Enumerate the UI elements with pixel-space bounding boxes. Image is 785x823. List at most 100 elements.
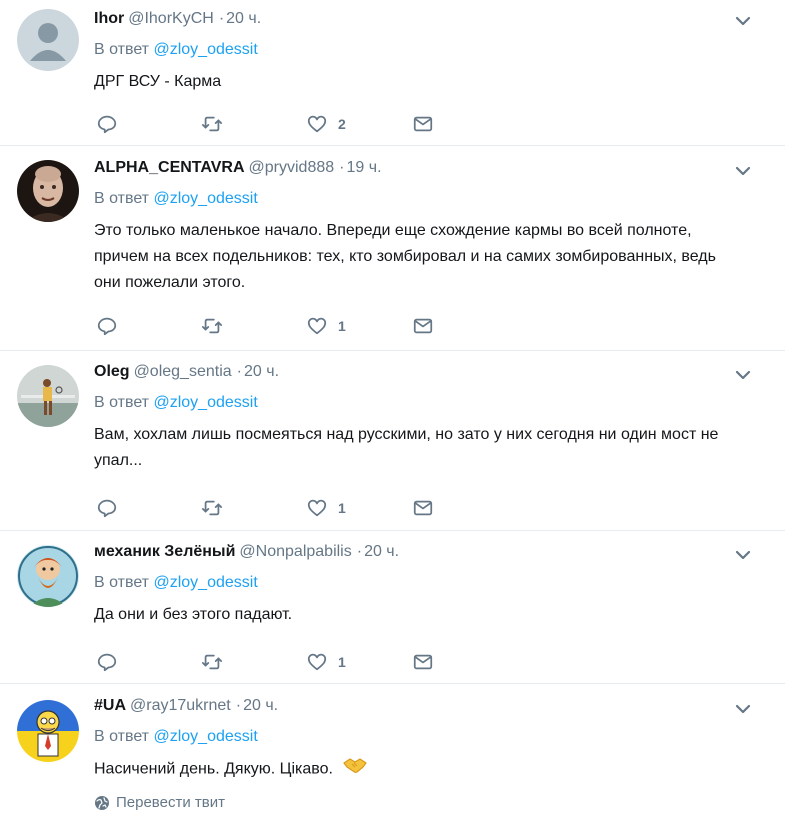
reply-mention-link[interactable]: @zloy_odessit (153, 41, 257, 58)
tweet[interactable]: Ihor @IhorKyCH · 20 ч. В ответ @zloy_odessi… (0, 0, 785, 146)
avatar[interactable] (17, 545, 79, 607)
heart-icon (307, 653, 327, 671)
reply-icon (97, 653, 117, 672)
reply-mention-link[interactable]: @zloy_odessit (153, 728, 257, 745)
separator-dot: · (235, 697, 242, 714)
direct-message-button[interactable] (412, 651, 434, 673)
retweet-icon (201, 116, 223, 132)
direct-message-button[interactable] (412, 315, 434, 337)
reply-mention-link[interactable]: @zloy_odessit (153, 394, 257, 411)
retweet-button[interactable] (201, 651, 223, 673)
like-button[interactable]: 1 (306, 315, 346, 337)
heart-icon (307, 115, 327, 133)
avatar[interactable] (17, 700, 79, 762)
envelope-icon (413, 500, 433, 516)
reply-button[interactable] (96, 497, 118, 519)
reply-prefix: В ответ (94, 41, 150, 58)
timestamp[interactable]: 20 ч. (226, 10, 261, 27)
username[interactable]: @IhorKyCH (128, 10, 214, 27)
retweet-icon (201, 500, 223, 516)
timestamp[interactable]: 19 ч. (346, 159, 381, 176)
reply-button[interactable] (96, 651, 118, 673)
retweet-button[interactable] (201, 315, 223, 337)
chevron-down-icon[interactable] (735, 549, 751, 561)
fullname[interactable]: Ihor (94, 10, 124, 27)
tweet[interactable]: Oleg @oleg_sentia · 20 ч. В ответ @zloy_ode… (0, 351, 785, 531)
reply-context: В ответ @zloy_odessit (94, 392, 258, 414)
reply-prefix: В ответ (94, 394, 150, 411)
separator-dot: · (218, 10, 225, 27)
tweet-text: Насичений день. Дякую. Цікаво. (94, 756, 734, 783)
username[interactable]: @pryvid888 (249, 159, 335, 176)
username[interactable]: @ray17ukrnet (130, 697, 231, 714)
tweet[interactable]: ALPHA_CENTAVRA @pryvid888 · 19 ч. В ответ @… (0, 146, 785, 351)
envelope-icon (413, 116, 433, 132)
retweet-button[interactable] (201, 497, 223, 519)
fullname[interactable]: механик Зелёный (94, 543, 235, 560)
tweet-text: Это только маленькое начало. Впереди еще… (94, 222, 716, 291)
like-count: 2 (338, 116, 346, 132)
reply-icon (97, 317, 117, 336)
tweet-header: Oleg @oleg_sentia · 20 ч. (94, 361, 279, 383)
like-button[interactable]: 1 (306, 497, 346, 519)
username[interactable]: @oleg_sentia (134, 363, 232, 380)
retweet-icon (201, 318, 223, 334)
reply-context: В ответ @zloy_odessit (94, 39, 258, 61)
tweet-header: механик Зелёный @Nonpalpabilis · 20 ч. (94, 541, 399, 563)
reply-prefix: В ответ (94, 728, 150, 745)
tweet-actions: 2 (96, 113, 546, 135)
chevron-down-icon[interactable] (735, 165, 751, 177)
tweet[interactable]: #UA @ray17ukrnet · 20 ч. В ответ @zloy_odes… (0, 684, 785, 823)
reply-prefix: В ответ (94, 190, 150, 207)
reply-mention-link[interactable]: @zloy_odessit (153, 574, 257, 591)
reply-button[interactable] (96, 113, 118, 135)
username[interactable]: @Nonpalpabilis (239, 543, 351, 560)
envelope-icon (413, 654, 433, 670)
translate-tweet-link[interactable]: Перевести твит (94, 794, 225, 811)
like-count: 1 (338, 654, 346, 670)
separator-dot: · (236, 363, 242, 380)
tweet[interactable]: механик Зелёный @Nonpalpabilis · 20 ч. В от… (0, 531, 785, 684)
separator-dot: · (339, 159, 345, 176)
translate-label: Перевести твит (116, 794, 225, 811)
heart-icon (307, 499, 327, 517)
like-button[interactable]: 1 (306, 651, 346, 673)
tweet-actions: 1 (96, 497, 546, 519)
reply-icon (97, 499, 117, 518)
tweet-text: ДРГ ВСУ - Карма (94, 73, 222, 90)
fullname[interactable]: Oleg (94, 363, 130, 380)
tweet-text: Да они и без этого падают. (94, 606, 293, 623)
tweet-header: ALPHA_CENTAVRA @pryvid888 · 19 ч. (94, 157, 382, 179)
like-count: 1 (338, 318, 346, 334)
direct-message-button[interactable] (412, 113, 434, 135)
tweet-actions: 1 (96, 651, 546, 673)
tweet-text: Вам, хохлам лишь посмеяться над русскими… (94, 426, 719, 469)
fullname[interactable]: ALPHA_CENTAVRA (94, 159, 245, 176)
like-button[interactable]: 2 (306, 113, 346, 135)
avatar[interactable] (17, 9, 79, 71)
reply-icon (97, 115, 117, 134)
chevron-down-icon[interactable] (735, 15, 751, 27)
chevron-down-icon[interactable] (735, 369, 751, 381)
reply-mention-link[interactable]: @zloy_odessit (153, 190, 257, 207)
envelope-icon (413, 318, 433, 334)
timestamp[interactable]: 20 ч. (243, 697, 278, 714)
timestamp[interactable]: 20 ч. (244, 363, 279, 380)
avatar[interactable] (17, 160, 79, 222)
heart-icon (307, 317, 327, 335)
fullname[interactable]: #UA (94, 697, 126, 714)
timestamp[interactable]: 20 ч. (364, 543, 399, 560)
tweet-header: #UA @ray17ukrnet · 20 ч. (94, 695, 278, 717)
reply-button[interactable] (96, 315, 118, 337)
retweet-icon (201, 654, 223, 670)
reply-context: В ответ @zloy_odessit (94, 726, 258, 748)
reply-prefix: В ответ (94, 574, 150, 591)
chevron-down-icon[interactable] (735, 703, 751, 715)
direct-message-button[interactable] (412, 497, 434, 519)
retweet-button[interactable] (201, 113, 223, 135)
separator-dot: · (356, 543, 363, 560)
reply-context: В ответ @zloy_odessit (94, 188, 258, 210)
avatar[interactable] (17, 365, 79, 427)
globe-icon (95, 795, 109, 810)
reply-context: В ответ @zloy_odessit (94, 572, 258, 594)
